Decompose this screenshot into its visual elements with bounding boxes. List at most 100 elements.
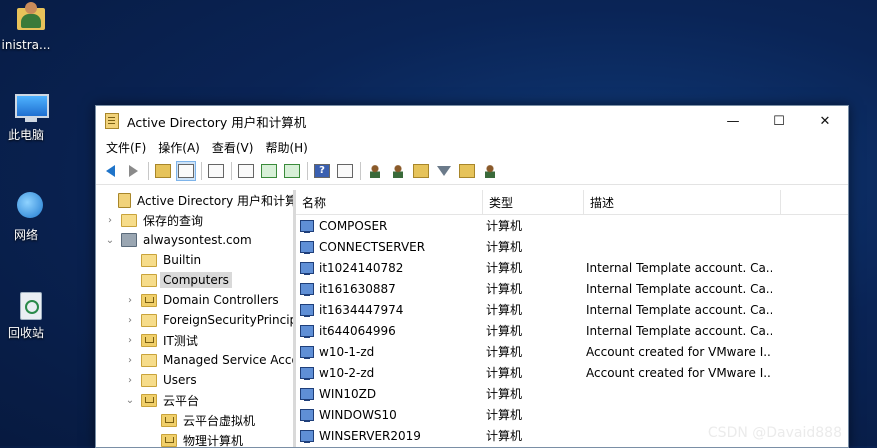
table-row[interactable]: COMPOSER 计算机 bbox=[296, 215, 848, 236]
table-row[interactable]: it644064996 计算机 Internal Template account.… bbox=[296, 320, 848, 341]
computer-name: COMPOSER bbox=[319, 218, 388, 233]
new-user-icon[interactable] bbox=[365, 161, 385, 181]
table-row[interactable]: CONNECTSERVER 计算机 bbox=[296, 236, 848, 257]
tree-item[interactable]: › Managed Service Accounts bbox=[96, 350, 293, 370]
add-to-group-icon[interactable] bbox=[480, 161, 500, 181]
domain-icon bbox=[121, 233, 137, 247]
chevron-right-icon[interactable]: › bbox=[104, 214, 116, 226]
tree-item[interactable]: Builtin bbox=[96, 250, 293, 270]
desktop-icon-this-pc[interactable]: 此电脑 bbox=[0, 90, 60, 143]
close-button[interactable]: ✕ bbox=[802, 106, 848, 136]
tree-item[interactable]: › ForeignSecurityPrincipals bbox=[96, 310, 293, 330]
list-header: 名称 类型 描述 bbox=[296, 190, 848, 215]
console-icon[interactable] bbox=[335, 161, 355, 181]
toolbar-separator bbox=[201, 162, 202, 180]
table-row[interactable]: WIN10ZD 计算机 bbox=[296, 383, 848, 404]
cell-type: 计算机 bbox=[486, 366, 523, 380]
ou-folder-icon bbox=[161, 433, 177, 447]
tree-item[interactable]: ⌄ 云平台 bbox=[96, 390, 293, 410]
chevron-right-icon[interactable]: › bbox=[124, 334, 136, 346]
cell-type: 计算机 bbox=[486, 240, 523, 254]
maximize-button[interactable]: ☐ bbox=[756, 106, 802, 136]
tree-item[interactable]: ⌄ alwaysontest.com bbox=[96, 230, 293, 250]
tree-item-label: 云平台 bbox=[163, 393, 200, 408]
column-header-type[interactable]: 类型 bbox=[483, 190, 584, 214]
menu-file[interactable]: 文件(F) bbox=[100, 139, 152, 156]
menu-action[interactable]: 操作(A) bbox=[152, 139, 206, 156]
content-area: Active Directory 用户和计算机 › 保存的查询 ⌄ alwaysonte… bbox=[96, 190, 848, 447]
computer-icon bbox=[300, 261, 314, 275]
folder-icon bbox=[141, 313, 157, 327]
folder-icon bbox=[141, 273, 157, 287]
chevron-down-icon[interactable]: ⌄ bbox=[124, 394, 136, 406]
computer-icon bbox=[300, 303, 314, 317]
tree-item-label: Builtin bbox=[163, 253, 202, 267]
chevron-down-icon[interactable]: ⌄ bbox=[104, 234, 116, 246]
tree-item[interactable]: › IT测试 bbox=[96, 330, 293, 350]
cell-name: CONNECTSERVER bbox=[296, 240, 480, 254]
computer-name: WINDOWS10 bbox=[319, 407, 397, 422]
desktop-icon-network[interactable]: 网络 bbox=[0, 190, 60, 243]
tree-item-label: 云平台虚拟机 bbox=[183, 413, 256, 428]
chevron-right-icon[interactable]: › bbox=[124, 354, 136, 366]
menu-help[interactable]: 帮助(H) bbox=[259, 139, 313, 156]
up-folder-icon[interactable] bbox=[153, 161, 173, 181]
help-icon[interactable]: ? bbox=[312, 161, 332, 181]
tree-item[interactable]: › Users bbox=[96, 370, 293, 390]
recycle-bin-icon bbox=[13, 288, 47, 322]
table-row[interactable]: WINDOWS10 计算机 bbox=[296, 404, 848, 425]
back-arrow-icon[interactable] bbox=[100, 161, 120, 181]
tree-item[interactable]: 云平台虚拟机 bbox=[96, 410, 293, 430]
column-header-description[interactable]: 描述 bbox=[584, 190, 781, 214]
tree-item[interactable]: Active Directory 用户和计算机 bbox=[96, 190, 293, 210]
show-tree-icon[interactable] bbox=[176, 161, 196, 181]
clipboard-icon[interactable] bbox=[206, 161, 226, 181]
minimize-button[interactable]: — bbox=[710, 106, 756, 136]
toolbar-separator bbox=[231, 162, 232, 180]
table-row[interactable]: it161630887 计算机 Internal Template account.… bbox=[296, 278, 848, 299]
menu-view[interactable]: 查看(V) bbox=[206, 139, 260, 156]
properties-icon[interactable] bbox=[236, 161, 256, 181]
desktop-icon-label: 回收站 bbox=[7, 326, 44, 340]
tree-item-label: Managed Service Accounts bbox=[163, 353, 296, 367]
cell-name: it161630887 bbox=[296, 282, 480, 296]
tree-item[interactable]: 物理计算机 bbox=[96, 430, 293, 447]
toolbar-separator bbox=[307, 162, 308, 180]
title-bar[interactable]: Active Directory 用户和计算机 — ☐ ✕ bbox=[96, 106, 848, 136]
app-icon[interactable] bbox=[105, 113, 119, 129]
tree-item-label: 物理计算机 bbox=[183, 433, 244, 448]
new-ou-icon[interactable] bbox=[411, 161, 431, 181]
chevron-right-icon[interactable]: › bbox=[124, 314, 136, 326]
no-expander bbox=[144, 414, 156, 426]
cell-description: Account created for VMware I... bbox=[586, 344, 772, 359]
desktop-icon-user[interactable]: inistra... bbox=[0, 2, 60, 52]
computer-name: it161630887 bbox=[319, 281, 396, 296]
refresh-icon[interactable] bbox=[259, 161, 279, 181]
find-icon[interactable] bbox=[457, 161, 477, 181]
tree-item[interactable]: › 保存的查询 bbox=[96, 210, 293, 230]
desktop-icon-recycle-bin[interactable]: 回收站 bbox=[0, 288, 60, 341]
table-row[interactable]: it1024140782 计算机 Internal Template account… bbox=[296, 257, 848, 278]
filter-icon[interactable] bbox=[434, 161, 454, 181]
new-group-icon[interactable] bbox=[388, 161, 408, 181]
details-pane[interactable]: 名称 类型 描述 COMPOSER 计算机 CONNECTSERVER 计算机 it10… bbox=[296, 190, 848, 447]
table-row[interactable]: w10-2-zd 计算机 Account created for VMware I.… bbox=[296, 362, 848, 383]
export-list-icon[interactable] bbox=[282, 161, 302, 181]
column-header-name[interactable]: 名称 bbox=[296, 190, 483, 214]
folder-icon bbox=[141, 253, 157, 267]
cell-type: 计算机 bbox=[486, 324, 523, 338]
console-tree[interactable]: Active Directory 用户和计算机 › 保存的查询 ⌄ alwaysonte… bbox=[96, 190, 296, 447]
computer-icon bbox=[300, 345, 314, 359]
window-title: Active Directory 用户和计算机 bbox=[127, 114, 307, 130]
tree-item[interactable]: Computers bbox=[96, 270, 293, 290]
table-row[interactable]: w10-1-zd 计算机 Account created for VMware I.… bbox=[296, 341, 848, 362]
chevron-right-icon[interactable]: › bbox=[124, 374, 136, 386]
tree-item[interactable]: › Domain Controllers bbox=[96, 290, 293, 310]
tree-item-label: Domain Controllers bbox=[163, 293, 279, 307]
chevron-right-icon[interactable]: › bbox=[124, 294, 136, 306]
table-row[interactable]: it1634447974 计算机 Internal Template account… bbox=[296, 299, 848, 320]
cell-type: 计算机 bbox=[486, 303, 523, 317]
forward-arrow-icon[interactable] bbox=[123, 161, 143, 181]
desktop-icon-label: inistra... bbox=[1, 38, 51, 52]
computer-name: it1634447974 bbox=[319, 302, 404, 317]
